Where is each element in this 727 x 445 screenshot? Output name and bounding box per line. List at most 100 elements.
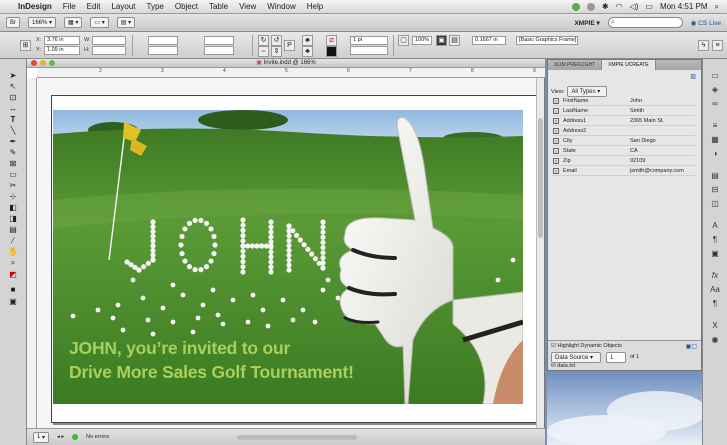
text-wrap-around-icon[interactable]: ▤: [449, 35, 460, 46]
rotate-field[interactable]: [204, 36, 234, 45]
menubar-clock[interactable]: Mon 4:51 PM: [660, 2, 708, 11]
rotate-cw-icon[interactable]: ↻: [258, 35, 269, 46]
menu-object[interactable]: Object: [175, 2, 198, 11]
horizontal-scrollbar[interactable]: [237, 434, 358, 440]
direct-selection-tool-icon[interactable]: ↖: [6, 82, 20, 92]
character-panel-icon[interactable]: Aa: [708, 285, 722, 295]
rectangle-frame-tool-icon[interactable]: ⊠: [6, 159, 20, 169]
flip-vertical-icon[interactable]: ⇕: [271, 46, 282, 57]
select-content-icon[interactable]: ♣: [302, 46, 313, 57]
scale-y-field[interactable]: [148, 46, 178, 55]
gap-tool-icon[interactable]: ↔: [6, 104, 20, 114]
panel-view-toggle-icon[interactable]: ▣▢: [686, 343, 697, 350]
pen-tool-icon[interactable]: ✒: [6, 137, 20, 147]
preflight-errors[interactable]: No errors: [86, 434, 109, 440]
wifi-icon[interactable]: ◠: [616, 2, 623, 11]
menu-layout[interactable]: Layout: [111, 2, 135, 11]
character-styles-icon[interactable]: A: [708, 221, 722, 231]
tab-xlim-preflight[interactable]: XLIM PREFLIGHT: [548, 60, 603, 70]
golf-image-frame[interactable]: JOHN, you’re invited to our Drive More S…: [53, 110, 523, 404]
text-wrap-panel-icon[interactable]: ▤: [708, 171, 722, 181]
y-field[interactable]: 1.09 in: [44, 46, 80, 55]
vertical-scrollbar[interactable]: [536, 78, 544, 428]
note-tool-icon[interactable]: ▤: [6, 225, 20, 235]
page-tool-icon[interactable]: ⊡: [6, 93, 20, 103]
gradient-tool-icon[interactable]: ◧: [6, 203, 20, 213]
panel-menu-icon[interactable]: ≡: [712, 40, 723, 51]
zoom-icon[interactable]: [49, 60, 55, 66]
rotate-ccw-icon[interactable]: ↺: [271, 35, 282, 46]
color-panel-icon[interactable]: ◑: [708, 149, 722, 159]
layers-panel-icon[interactable]: ◈: [708, 85, 722, 95]
scissors-tool-icon[interactable]: ✂: [6, 181, 20, 191]
pages-panel-icon[interactable]: ▭: [708, 71, 722, 81]
bridge-button[interactable]: Br: [6, 17, 20, 28]
object-style-dropdown[interactable]: [Basic Graphics Frame]: [516, 36, 578, 45]
menu-edit[interactable]: Edit: [87, 2, 101, 11]
data-source-dropdown[interactable]: Data Source ▾: [551, 352, 601, 363]
zoom-tool-icon[interactable]: ⌕: [6, 258, 20, 268]
stroke-weight-field[interactable]: 1 pt: [350, 36, 388, 45]
minimize-icon[interactable]: [40, 60, 46, 66]
zoom-dropdown[interactable]: 166% ▾: [28, 17, 57, 28]
field-row[interactable]: T State CA: [553, 147, 695, 156]
type-tool-icon[interactable]: T: [6, 115, 20, 125]
tab-xmpie-ucreate[interactable]: XMPIE UCREATE: [602, 60, 656, 70]
object-styles-icon[interactable]: ▣: [708, 249, 722, 259]
field-row[interactable]: T Email jsmith@company.com: [553, 167, 695, 176]
line-tool-icon[interactable]: ╲: [6, 126, 20, 136]
flip-horizontal-icon[interactable]: ⇔: [258, 46, 269, 57]
reference-point-icon[interactable]: ⊞: [20, 40, 31, 51]
text-frame-icon[interactable]: P: [284, 40, 295, 51]
view-options-button[interactable]: ▦ ▾: [64, 17, 83, 28]
effects-panel-icon[interactable]: fx: [708, 271, 722, 281]
w-field[interactable]: [92, 36, 126, 45]
gradient-feather-tool-icon[interactable]: ◨: [6, 214, 20, 224]
pencil-tool-icon[interactable]: ✎: [6, 148, 20, 158]
apply-color-icon[interactable]: ■: [6, 285, 20, 295]
eyedropper-tool-icon[interactable]: ⁄: [6, 236, 20, 246]
opacity-field[interactable]: 100%: [412, 36, 432, 45]
fill-swatch-icon[interactable]: ⧄: [326, 35, 337, 46]
lightning-icon[interactable]: ϟ: [698, 40, 709, 51]
help-search-input[interactable]: [607, 17, 683, 28]
preflight-panel-icon[interactable]: ◉: [708, 335, 722, 345]
field-row[interactable]: T FirstName John: [553, 97, 695, 106]
free-transform-tool-icon[interactable]: ⊹: [6, 192, 20, 202]
field-row[interactable]: T City San Diego: [553, 137, 695, 146]
field-row[interactable]: T Zip 92109: [553, 157, 695, 166]
scroll-thumb[interactable]: [538, 118, 543, 238]
menu-window[interactable]: Window: [267, 2, 295, 11]
view-dropdown[interactable]: All Types ▾: [567, 86, 608, 97]
menu-app[interactable]: InDesign: [18, 2, 52, 11]
xmpie-panel-icon[interactable]: X: [708, 321, 722, 331]
vertical-ruler[interactable]: [27, 78, 37, 428]
close-icon[interactable]: [31, 60, 37, 66]
volume-icon[interactable]: ◁): [630, 2, 639, 11]
links-panel-icon[interactable]: ∞: [708, 99, 722, 109]
fill-offset-field[interactable]: 0.1667 in: [472, 36, 506, 45]
menu-type[interactable]: Type: [147, 2, 164, 11]
field-row[interactable]: T LastName Smith: [553, 107, 695, 116]
battery-icon[interactable]: ▭: [645, 2, 653, 11]
fill-stroke-icon[interactable]: ◩: [6, 270, 20, 280]
swatches-panel-icon[interactable]: ▦: [708, 135, 722, 145]
bluetooth-icon[interactable]: ✱: [602, 2, 609, 11]
record-number-field[interactable]: 1: [606, 352, 626, 363]
paragraph-panel-icon[interactable]: ¶: [708, 299, 722, 309]
stroke-panel-icon[interactable]: ≡: [708, 121, 722, 131]
field-row[interactable]: T Address1 2365 Main St.: [553, 117, 695, 126]
status-green-icon[interactable]: [571, 2, 580, 11]
spotlight-icon[interactable]: ⌕: [715, 2, 719, 12]
page-nav-icon[interactable]: ◂ ▸: [57, 434, 64, 440]
horizontal-ruler[interactable]: 2 3 4 5 6 7 8 9: [37, 68, 545, 78]
arrange-documents-button[interactable]: ▤ ▾: [116, 17, 136, 28]
menu-file[interactable]: File: [63, 2, 76, 11]
menu-table[interactable]: Table: [209, 2, 228, 11]
x-field[interactable]: 3.76 in: [44, 36, 80, 45]
screen-mode-button[interactable]: ▭ ▾: [90, 17, 109, 28]
highlight-dynamic-checkbox[interactable]: ☑ Highlight Dynamic Objects: [551, 343, 622, 349]
paragraph-styles-icon[interactable]: ¶: [708, 235, 722, 245]
pathfinder-panel-icon[interactable]: ◫: [708, 199, 722, 209]
rectangle-tool-icon[interactable]: ▭: [6, 170, 20, 180]
